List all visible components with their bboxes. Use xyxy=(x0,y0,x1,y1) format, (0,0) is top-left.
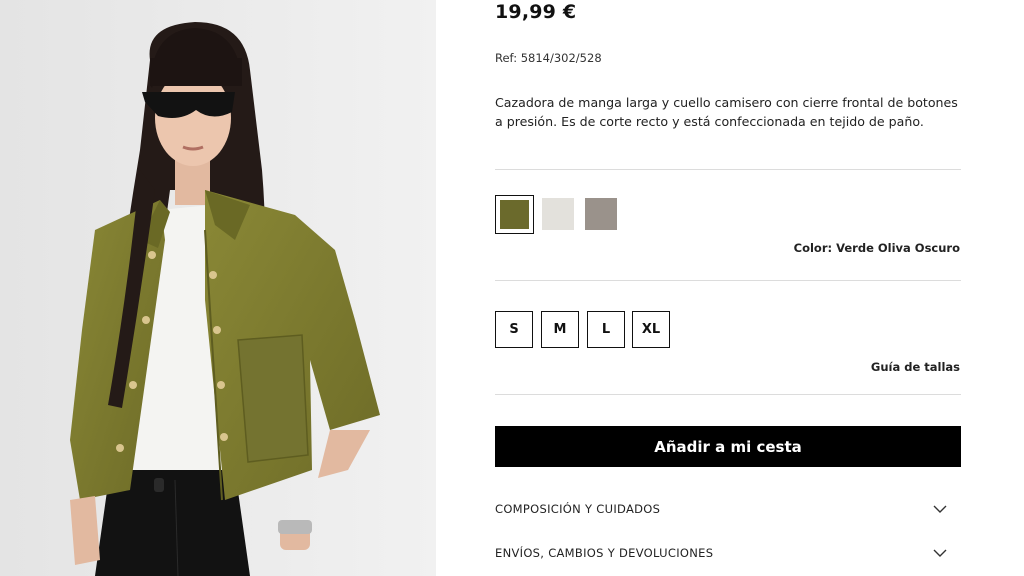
color-swatch[interactable] xyxy=(542,198,574,230)
product-price: 19,99 € xyxy=(495,1,577,23)
accordion-composition-care[interactable]: COMPOSICIÓN Y CUIDADOS xyxy=(495,494,961,524)
swatch-fill xyxy=(585,198,617,230)
selected-color-label: Color: Verde Oliva Oscuro xyxy=(793,241,960,255)
color-swatch[interactable] xyxy=(585,198,617,230)
product-image[interactable] xyxy=(0,0,436,576)
divider xyxy=(495,394,961,395)
model-illustration xyxy=(0,0,436,576)
size-option-xl[interactable]: XL xyxy=(632,311,670,348)
color-swatch-selected[interactable] xyxy=(495,195,534,234)
size-option-l[interactable]: L xyxy=(587,311,625,348)
swatch-fill xyxy=(542,198,574,230)
product-reference: Ref: 5814/302/528 xyxy=(495,51,602,65)
accordion-label: ENVÍOS, CAMBIOS Y DEVOLUCIONES xyxy=(495,546,714,560)
accordion-label: COMPOSICIÓN Y CUIDADOS xyxy=(495,502,661,516)
product-description: Cazadora de manga larga y cuello camiser… xyxy=(495,95,958,129)
swatch-fill xyxy=(500,200,529,229)
chevron-down-icon xyxy=(933,549,947,557)
divider xyxy=(495,280,961,281)
size-guide-link[interactable]: Guía de tallas xyxy=(871,360,960,374)
chevron-down-icon xyxy=(933,505,947,513)
divider xyxy=(495,169,961,170)
size-option-m[interactable]: M xyxy=(541,311,579,348)
size-option-s[interactable]: S xyxy=(495,311,533,348)
accordion-shipping-returns[interactable]: ENVÍOS, CAMBIOS Y DEVOLUCIONES xyxy=(495,538,961,568)
add-to-cart-button[interactable]: Añadir a mi cesta xyxy=(495,426,961,467)
